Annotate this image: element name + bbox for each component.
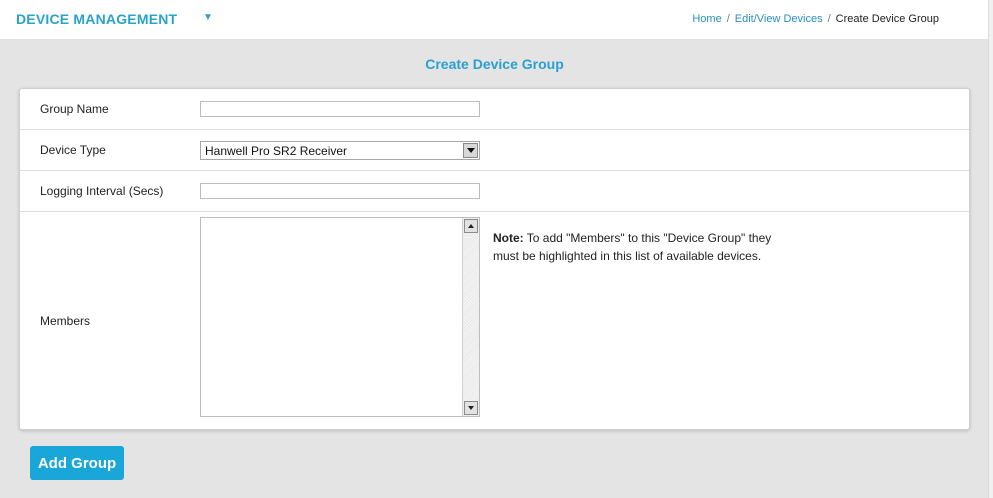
breadcrumb-home[interactable]: Home — [692, 13, 721, 25]
members-listbox[interactable] — [200, 217, 480, 417]
members-row: Members Note: To add "Members" to this "… — [20, 212, 969, 429]
members-note: Note: To add "Members" to this "Device G… — [493, 229, 793, 265]
page-scrollbar[interactable] — [988, 0, 993, 498]
group-name-row: Group Name — [20, 89, 969, 130]
add-group-button[interactable]: Add Group — [30, 446, 124, 480]
scroll-down-icon[interactable] — [464, 401, 478, 415]
group-name-input[interactable] — [200, 101, 480, 117]
scroll-up-icon[interactable] — [464, 219, 478, 233]
group-name-label: Group Name — [40, 102, 109, 116]
top-bar: DEVICE MANAGEMENT ▼ Home / Edit/View Devic… — [0, 0, 989, 40]
device-type-selected-value: Hanwell Pro SR2 Receiver — [205, 144, 348, 158]
device-type-select[interactable]: Hanwell Pro SR2 Receiver — [200, 141, 480, 160]
logging-interval-row: Logging Interval (Secs) — [20, 171, 969, 212]
breadcrumb-edit-view-devices[interactable]: Edit/View Devices — [735, 13, 823, 25]
logging-interval-input[interactable] — [200, 183, 480, 199]
create-device-group-form: Group Name Device Type Hanwell Pro SR2 R… — [19, 88, 970, 430]
note-prefix: Note: — [493, 231, 524, 245]
breadcrumb-separator: / — [726, 13, 730, 25]
breadcrumb: Home / Edit/View Devices / Create Device Gro… — [692, 13, 939, 25]
device-type-row: Device Type Hanwell Pro SR2 Receiver — [20, 130, 969, 171]
breadcrumb-separator: / — [827, 13, 831, 25]
note-text: To add "Members" to this "Device Group" … — [493, 231, 772, 263]
chevron-down-icon[interactable] — [463, 143, 478, 158]
caret-down-icon[interactable]: ▼ — [203, 12, 213, 23]
breadcrumb-current: Create Device Group — [835, 13, 939, 25]
members-scrollbar[interactable] — [462, 218, 479, 416]
logging-interval-label: Logging Interval (Secs) — [40, 184, 164, 198]
app-title: DEVICE MANAGEMENT — [16, 11, 178, 27]
members-label: Members — [40, 314, 91, 328]
device-type-label: Device Type — [40, 143, 106, 157]
page-title: Create Device Group — [425, 56, 564, 72]
